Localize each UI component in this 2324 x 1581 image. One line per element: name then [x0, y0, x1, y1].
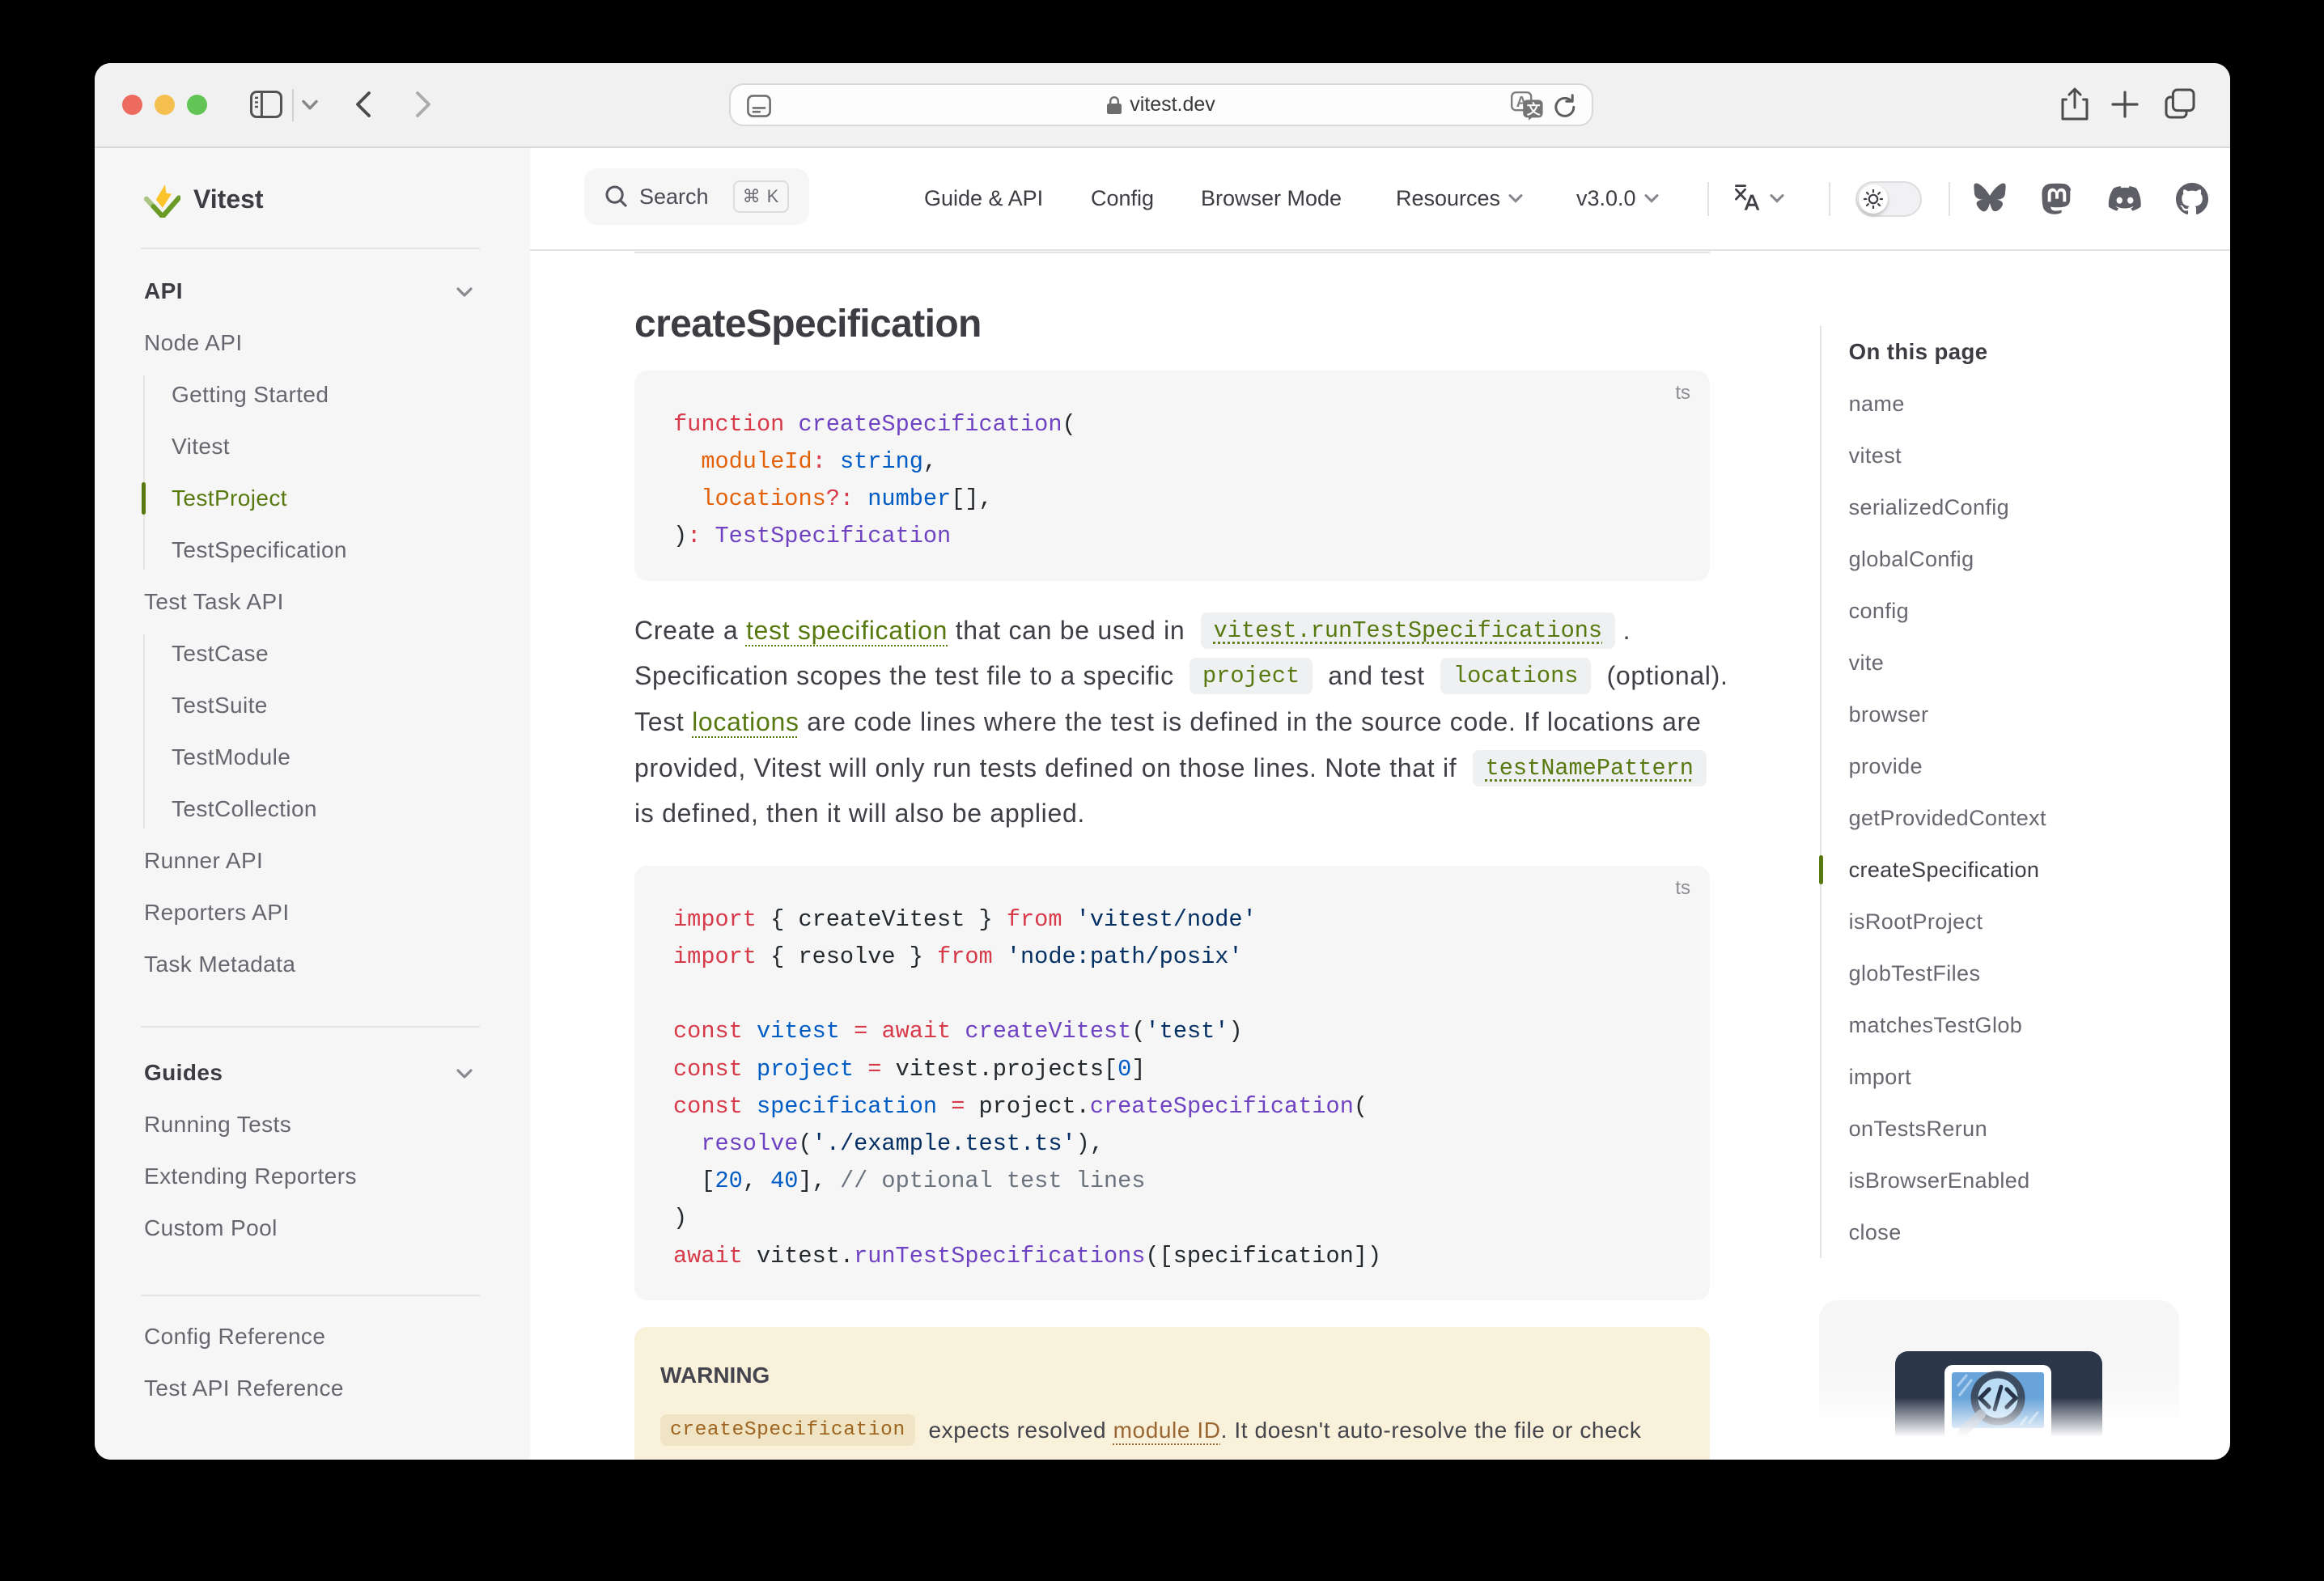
svg-text:文: 文 — [1527, 101, 1541, 117]
